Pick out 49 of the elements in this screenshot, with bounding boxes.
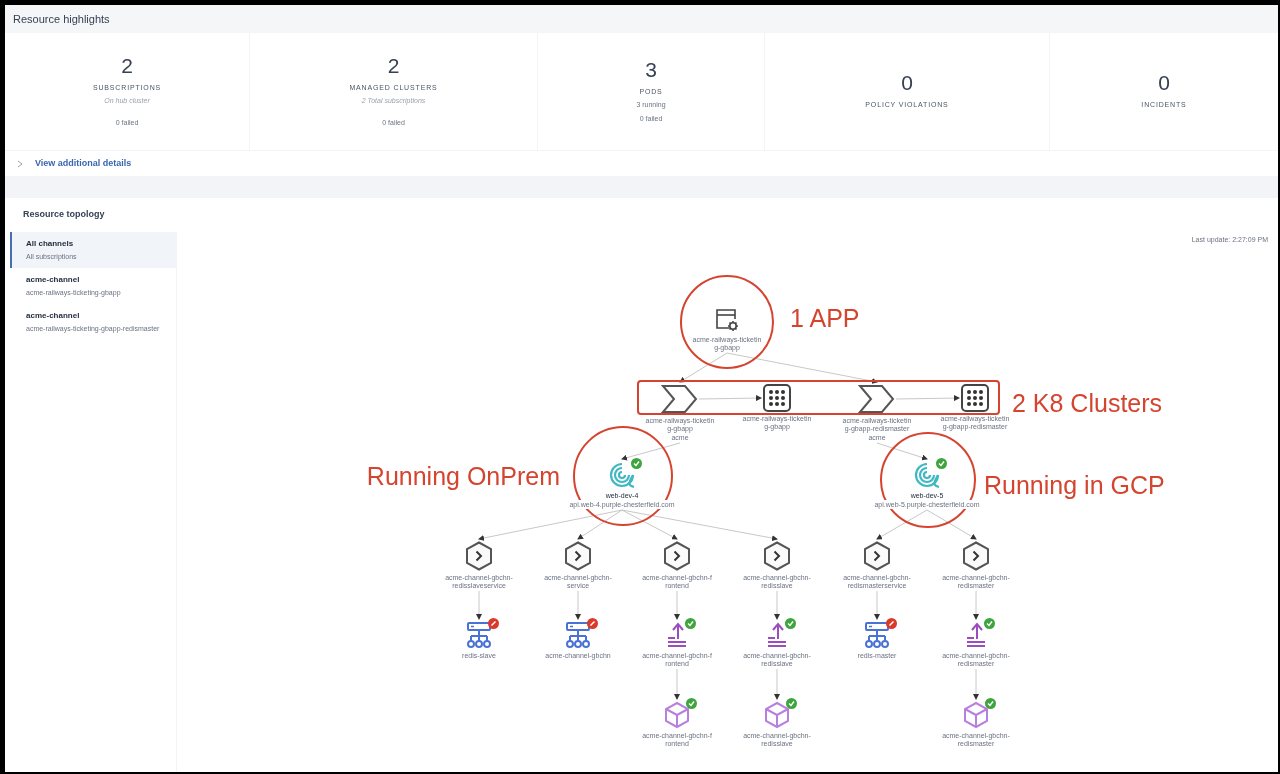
- hexagon-chevron-icon: [962, 541, 990, 571]
- connector-line: [698, 395, 762, 402]
- connector-line: [926, 509, 977, 540]
- network-icon: [564, 621, 592, 649]
- view-details-toggle[interactable]: View additional details: [17, 156, 132, 171]
- stat-value: 2: [387, 54, 400, 76]
- cube-icon: [663, 701, 691, 729]
- channel-name: All channels: [26, 238, 75, 250]
- connector-line: [876, 442, 928, 461]
- section-title: Resource topology: [23, 208, 105, 222]
- hexagon-chevron-icon: [763, 541, 791, 571]
- connector-line: [674, 668, 680, 700]
- stat-value: 2: [121, 54, 133, 76]
- network-icon: [465, 621, 493, 649]
- connector-line: [876, 509, 928, 540]
- connector-line: [476, 590, 482, 620]
- grid-icon: [961, 384, 989, 412]
- chevron-icon: [661, 384, 699, 414]
- section-title: Resource highlights: [13, 11, 110, 27]
- channel-name: acme-channel: [26, 274, 81, 286]
- callout-text: Running OnPrem: [366, 461, 560, 492]
- chevron-icon: [858, 384, 896, 414]
- callout-text: 2 K8 Clusters: [1012, 388, 1163, 419]
- connector-line: [774, 590, 780, 620]
- connector-line: [674, 590, 680, 620]
- callout-text: Running in GCP: [984, 470, 1165, 501]
- swirl-icon: [608, 461, 636, 489]
- callout-text: 1 APP: [790, 303, 860, 334]
- app-window-gear-icon: [714, 307, 740, 333]
- connector-line: [621, 442, 681, 461]
- hexagon-chevron-icon: [863, 541, 891, 571]
- hexagon-chevron-icon: [465, 541, 493, 571]
- stat-value: 3: [645, 58, 657, 80]
- channel-name: acme-channel: [26, 310, 81, 322]
- network-icon: [863, 621, 891, 649]
- stat-value: 0: [901, 72, 913, 94]
- connector-line: [895, 395, 960, 402]
- connector-line: [973, 590, 979, 620]
- connector-line: [973, 668, 979, 700]
- stat-value: 0: [1158, 72, 1170, 94]
- cube-icon: [962, 701, 990, 729]
- hexagon-chevron-icon: [663, 541, 691, 571]
- grid-icon: [763, 384, 791, 412]
- connector-line: [874, 590, 880, 620]
- hexagon-chevron-icon: [564, 541, 592, 571]
- connector-line: [575, 590, 581, 620]
- swirl-icon: [913, 461, 941, 489]
- cube-icon: [763, 701, 791, 729]
- connector-line: [774, 668, 780, 700]
